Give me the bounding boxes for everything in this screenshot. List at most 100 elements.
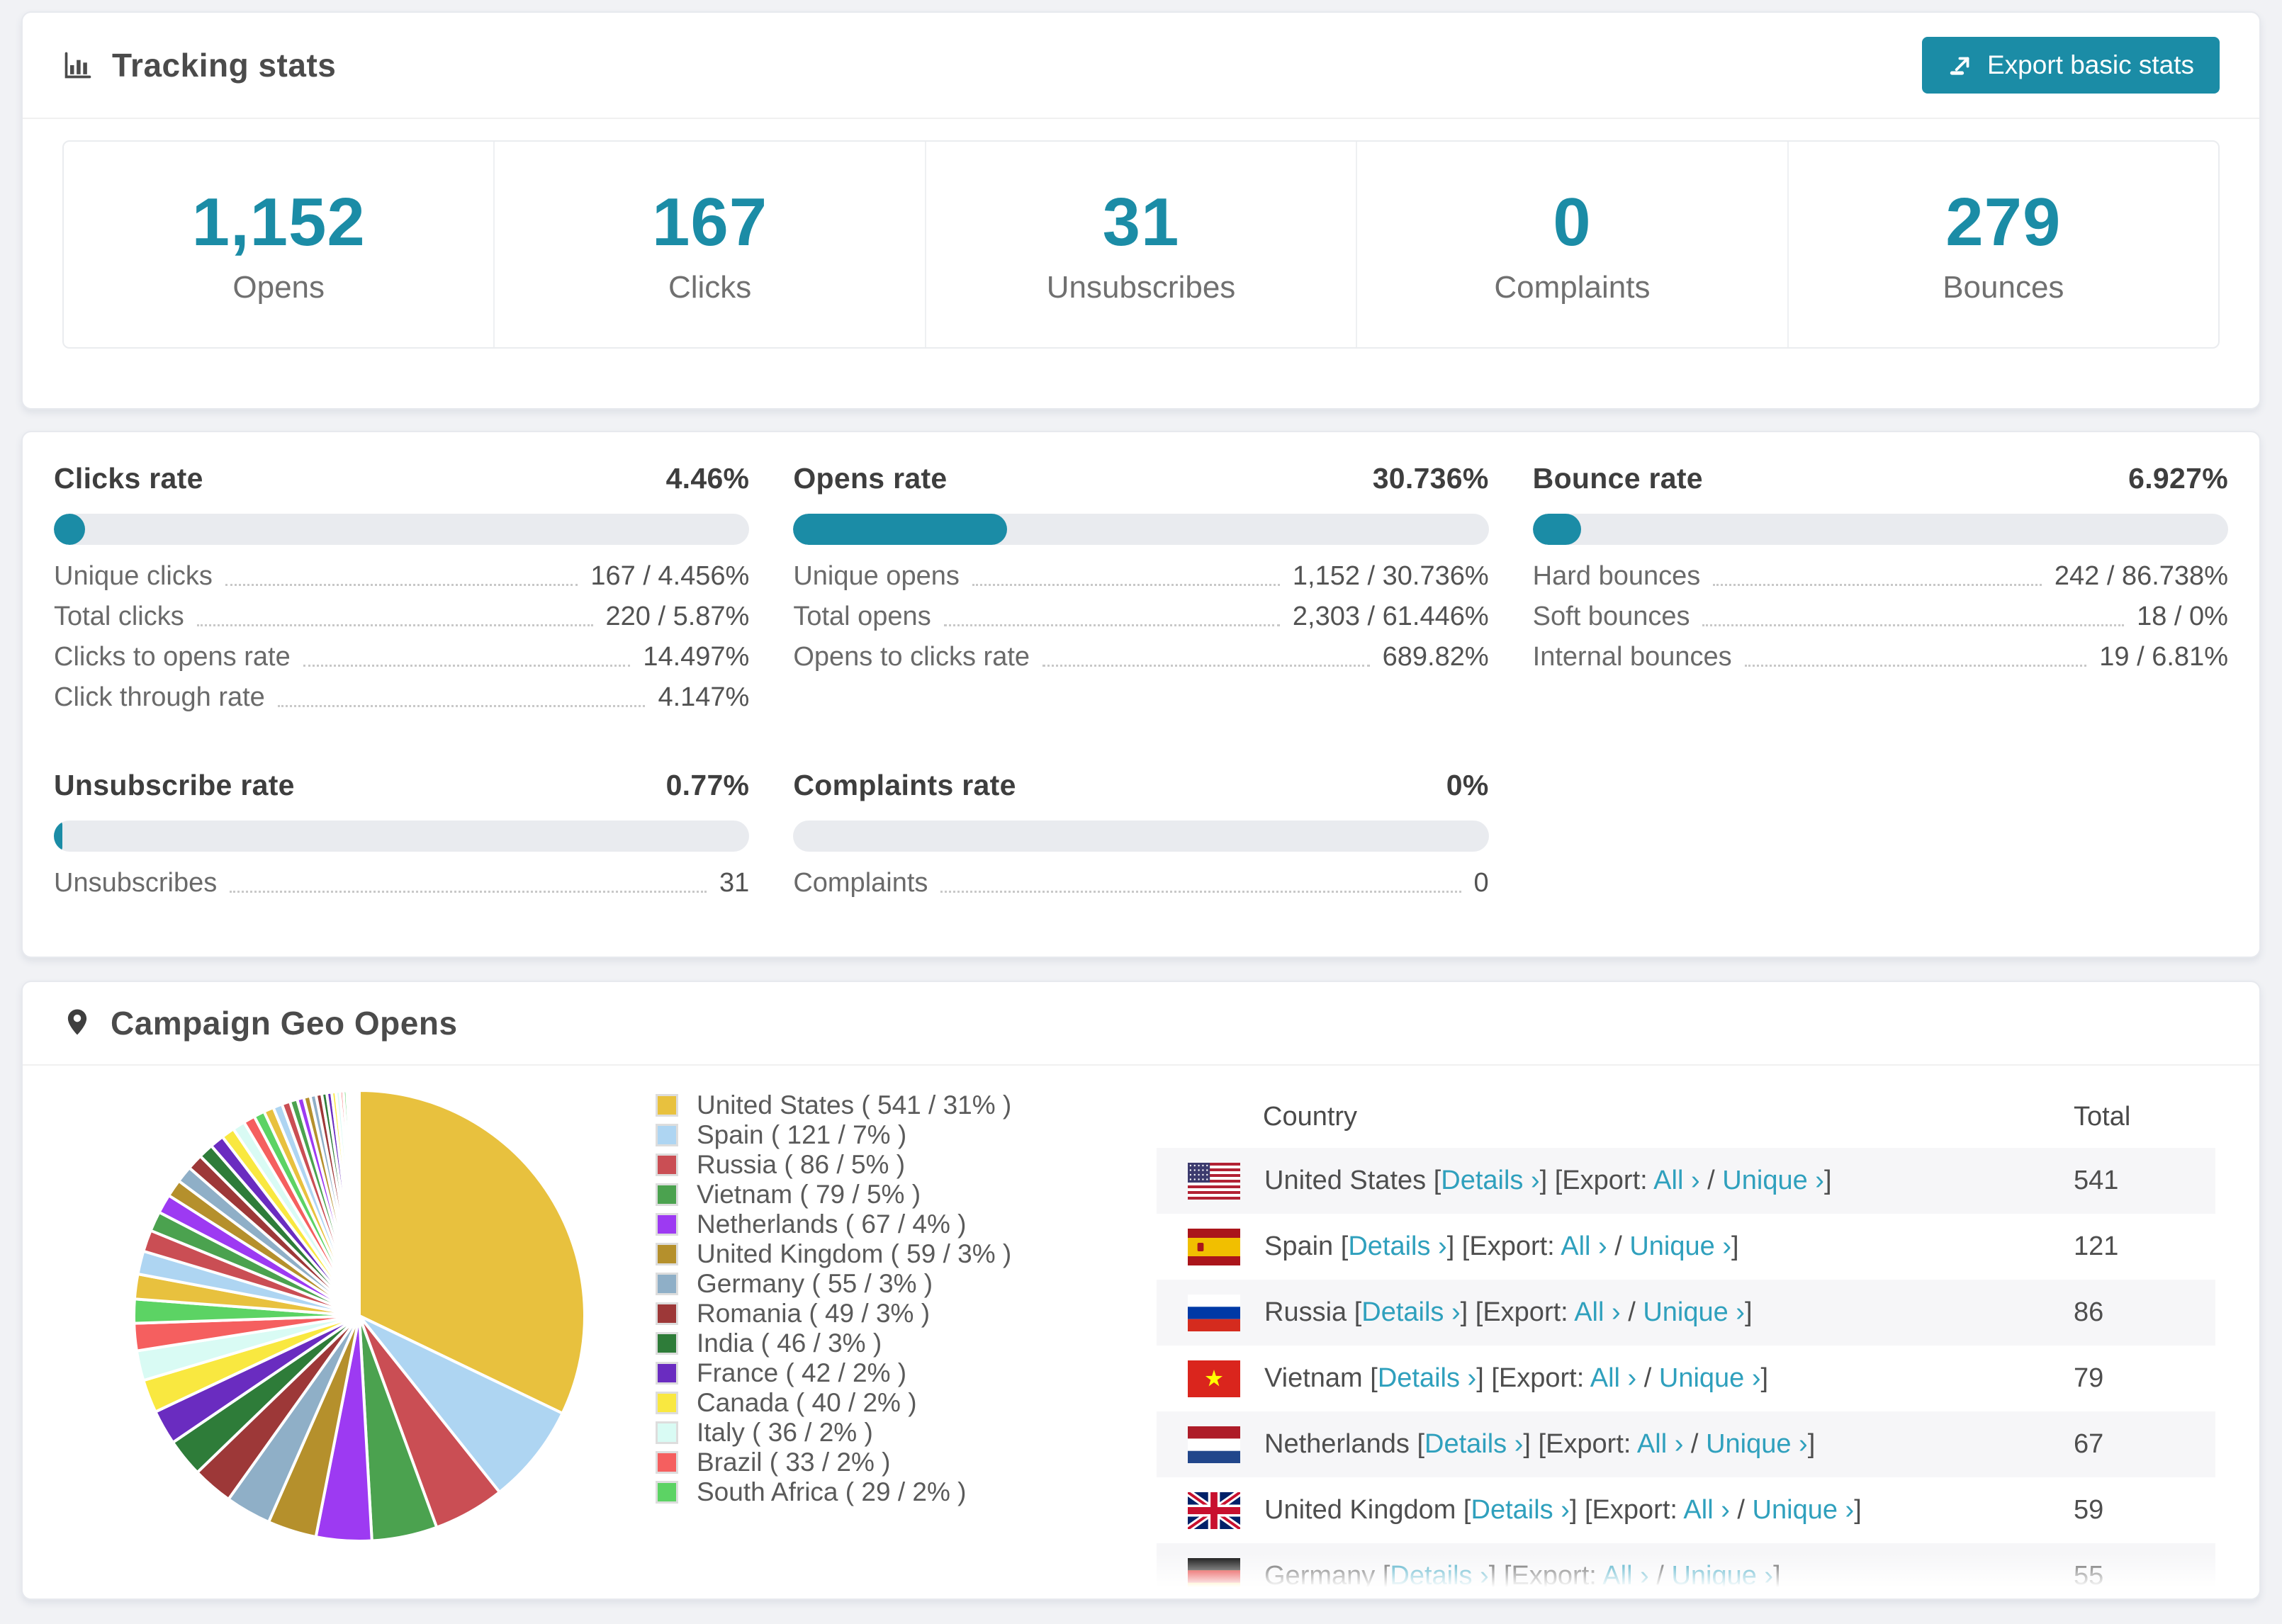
metric-label: Total clicks bbox=[54, 602, 184, 631]
legend-item-brazil: Brazil ( 33 / 2% ) bbox=[656, 1448, 1011, 1477]
country-name: Netherlands [ bbox=[1264, 1429, 1425, 1459]
country-cell: Germany [Details ›] [Export: All › / Uni… bbox=[1264, 1561, 2074, 1591]
total-cell: 86 bbox=[2074, 1297, 2104, 1327]
geo-title: Campaign Geo Opens bbox=[111, 1005, 458, 1042]
export-all-link[interactable]: All › bbox=[1653, 1166, 1699, 1195]
legend-swatch bbox=[656, 1332, 678, 1355]
page: Tracking stats Export basic stats 1,152 O… bbox=[0, 0, 2282, 1624]
details-link[interactable]: Details › bbox=[1348, 1231, 1446, 1261]
export-unique-link[interactable]: Unique › bbox=[1629, 1231, 1731, 1261]
metric-row-complaints: Complaints 0 bbox=[793, 867, 1488, 898]
separator: / bbox=[1648, 1561, 1672, 1591]
rate-progress-fill bbox=[54, 821, 62, 852]
export-basic-stats-button[interactable]: Export basic stats bbox=[1921, 37, 2220, 94]
bracket: ] bbox=[1854, 1495, 1862, 1525]
rate-title: Complaints rate bbox=[793, 769, 1016, 801]
details-link[interactable]: Details › bbox=[1361, 1297, 1460, 1327]
stat-value: 167 bbox=[652, 184, 768, 260]
rate-header: Unsubscribe rate 0.77% bbox=[54, 769, 749, 802]
total-cell: 121 bbox=[2074, 1231, 2119, 1261]
stat-label: Unsubscribes bbox=[1046, 270, 1236, 305]
dotted-leader bbox=[277, 705, 646, 707]
country-name: Germany [ bbox=[1264, 1561, 1390, 1591]
export-all-link[interactable]: All › bbox=[1590, 1363, 1636, 1393]
separator: / bbox=[1636, 1363, 1659, 1393]
rates-grid: Clicks rate 4.46% Unique clicks 167 / 4.456… bbox=[23, 432, 2259, 908]
geo-table-row-russia: Russia [Details ›] [Export: All › / Uniq… bbox=[1157, 1280, 2215, 1346]
metric-value: 18 / 0% bbox=[2137, 602, 2228, 631]
stat-label: Complaints bbox=[1494, 270, 1651, 305]
rate-header: Clicks rate 4.46% bbox=[54, 462, 749, 495]
stat-label: Clicks bbox=[668, 270, 752, 305]
geo-opens-pie-chart bbox=[133, 1088, 586, 1543]
rate-title: Clicks rate bbox=[54, 462, 203, 495]
legend-item-romania: Romania ( 49 / 3% ) bbox=[656, 1299, 1011, 1328]
legend-label: Vietnam ( 79 / 5% ) bbox=[697, 1180, 921, 1209]
export-label: ] [Export: bbox=[1446, 1231, 1561, 1261]
export-all-link[interactable]: All › bbox=[1637, 1429, 1683, 1459]
geo-table-row-germany: Germany [Details ›] [Export: All › / Uni… bbox=[1157, 1543, 2215, 1598]
tracking-stats-card: Tracking stats Export basic stats 1,152 O… bbox=[21, 11, 2261, 410]
stat-cell-bounces: 279 Bounces bbox=[1789, 142, 2218, 347]
column-header-total: Total bbox=[2074, 1101, 2131, 1132]
flag-vn bbox=[1188, 1360, 1240, 1397]
flag-es bbox=[1188, 1228, 1240, 1265]
details-link[interactable]: Details › bbox=[1378, 1363, 1476, 1393]
export-unique-link[interactable]: Unique › bbox=[1643, 1297, 1745, 1327]
rates-card: Clicks rate 4.46% Unique clicks 167 / 4.456… bbox=[21, 431, 2261, 958]
legend-item-south-africa: South Africa ( 29 / 2% ) bbox=[656, 1477, 1011, 1506]
rate-progress-fill bbox=[1532, 514, 1581, 545]
export-unique-link[interactable]: Unique › bbox=[1706, 1429, 1808, 1459]
geo-table-row-vietnam: Vietnam [Details ›] [Export: All › / Uni… bbox=[1157, 1346, 2215, 1411]
total-cell: 541 bbox=[2074, 1166, 2119, 1195]
country-name: Vietnam [ bbox=[1264, 1363, 1378, 1393]
dotted-leader bbox=[1702, 624, 2125, 626]
export-unique-link[interactable]: Unique › bbox=[1753, 1495, 1855, 1525]
rate-progress-bar bbox=[54, 821, 750, 852]
details-link[interactable]: Details › bbox=[1424, 1429, 1523, 1459]
legend-label: United Kingdom ( 59 / 3% ) bbox=[697, 1239, 1012, 1268]
export-unique-link[interactable]: Unique › bbox=[1671, 1561, 1773, 1591]
stat-cell-opens: 1,152 Opens bbox=[64, 142, 495, 347]
dotted-leader bbox=[943, 624, 1280, 626]
metric-row-clicks-to-opens-rate: Clicks to opens rate 14.497% bbox=[54, 641, 749, 672]
tracking-stats-header: Tracking stats Export basic stats bbox=[23, 13, 2259, 119]
details-link[interactable]: Details › bbox=[1471, 1495, 1570, 1525]
legend-item-germany: Germany ( 55 / 3% ) bbox=[656, 1269, 1011, 1298]
dotted-leader bbox=[225, 584, 578, 586]
export-label: ] [Export: bbox=[1523, 1429, 1637, 1459]
export-all-link[interactable]: All › bbox=[1683, 1495, 1729, 1525]
geo-table-row-spain: Spain [Details ›] [Export: All › / Uniqu… bbox=[1157, 1214, 2215, 1280]
legend-item-spain: Spain ( 121 / 7% ) bbox=[656, 1120, 1011, 1149]
country-cell: Spain [Details ›] [Export: All › / Uniqu… bbox=[1264, 1231, 2074, 1262]
legend-item-india: India ( 46 / 3% ) bbox=[656, 1329, 1011, 1358]
rate-value: 0.77% bbox=[665, 769, 750, 801]
rate-header: Opens rate 30.736% bbox=[793, 462, 1488, 495]
export-label: ] [Export: bbox=[1476, 1363, 1590, 1393]
metric-value: 0 bbox=[1473, 868, 1489, 898]
details-link[interactable]: Details › bbox=[1390, 1561, 1488, 1591]
rate-detail-rows: Complaints 0 bbox=[793, 867, 1488, 898]
dotted-leader bbox=[972, 584, 1280, 586]
export-unique-link[interactable]: Unique › bbox=[1659, 1363, 1761, 1393]
total-cell: 67 bbox=[2074, 1429, 2104, 1459]
rate-block-complaints-rate: Complaints rate 0% Complaints 0 bbox=[793, 769, 1489, 908]
bracket: ] bbox=[1760, 1363, 1769, 1393]
export-all-link[interactable]: All › bbox=[1561, 1231, 1607, 1261]
dotted-leader bbox=[230, 891, 707, 893]
legend-swatch bbox=[656, 1481, 678, 1504]
metric-value: 19 / 6.81% bbox=[2099, 642, 2228, 672]
pie-legend: United States ( 541 / 31% ) Spain ( 121 /… bbox=[656, 1090, 1012, 1511]
dotted-leader bbox=[1042, 665, 1370, 667]
export-unique-link[interactable]: Unique › bbox=[1722, 1166, 1824, 1195]
rate-block-unsubscribe-rate: Unsubscribe rate 0.77% Unsubscribes 31 bbox=[54, 769, 750, 908]
details-link[interactable]: Details › bbox=[1441, 1166, 1539, 1195]
map-pin-icon bbox=[62, 1007, 92, 1040]
metric-label: Unique opens bbox=[793, 561, 960, 591]
export-all-link[interactable]: All › bbox=[1574, 1297, 1620, 1327]
legend-item-united-states: United States ( 541 / 31% ) bbox=[656, 1090, 1011, 1120]
export-all-link[interactable]: All › bbox=[1602, 1561, 1648, 1591]
de-flag-icon bbox=[1188, 1557, 1240, 1595]
stat-label: Bounces bbox=[1943, 270, 2064, 305]
column-header-country: Country bbox=[1263, 1101, 1358, 1132]
